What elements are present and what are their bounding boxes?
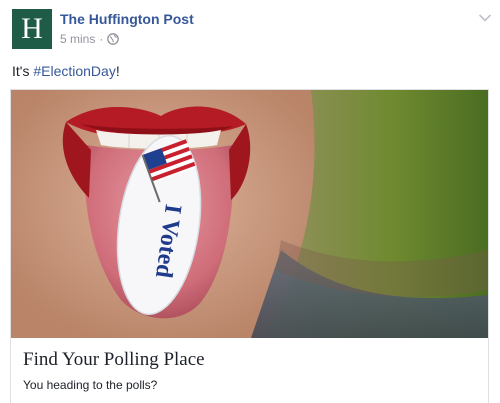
message-text: It's bbox=[12, 63, 34, 79]
attachment-image[interactable]: I Voted bbox=[11, 90, 488, 338]
post-message: It's #ElectionDay! bbox=[12, 62, 120, 80]
link-attachment[interactable]: I Voted Find Your Polling Place You head… bbox=[10, 89, 489, 403]
link-info[interactable]: Find Your Polling Place You heading to t… bbox=[11, 338, 488, 403]
voted-sticker-photo: I Voted bbox=[11, 90, 488, 338]
timestamp-link[interactable]: 5 mins bbox=[60, 32, 95, 46]
avatar-letter: H bbox=[21, 12, 43, 45]
link-description: You heading to the polls? bbox=[23, 378, 158, 392]
post-subline: 5 mins · bbox=[60, 32, 194, 46]
hashtag-link[interactable]: #ElectionDay bbox=[33, 63, 116, 79]
post-meta: The Huffington Post 5 mins · bbox=[60, 9, 194, 46]
page-name-link[interactable]: The Huffington Post bbox=[60, 10, 194, 28]
separator-dot: · bbox=[99, 32, 104, 46]
post-header: H The Huffington Post 5 mins · bbox=[12, 9, 194, 49]
news-feed-post: H The Huffington Post 5 mins · It's #Ele… bbox=[0, 0, 500, 403]
message-suffix: ! bbox=[115, 63, 120, 79]
chevron-down-icon[interactable] bbox=[478, 10, 492, 22]
link-title[interactable]: Find Your Polling Place bbox=[23, 348, 476, 372]
page-avatar[interactable]: H bbox=[12, 9, 52, 49]
globe-icon[interactable] bbox=[107, 33, 120, 45]
